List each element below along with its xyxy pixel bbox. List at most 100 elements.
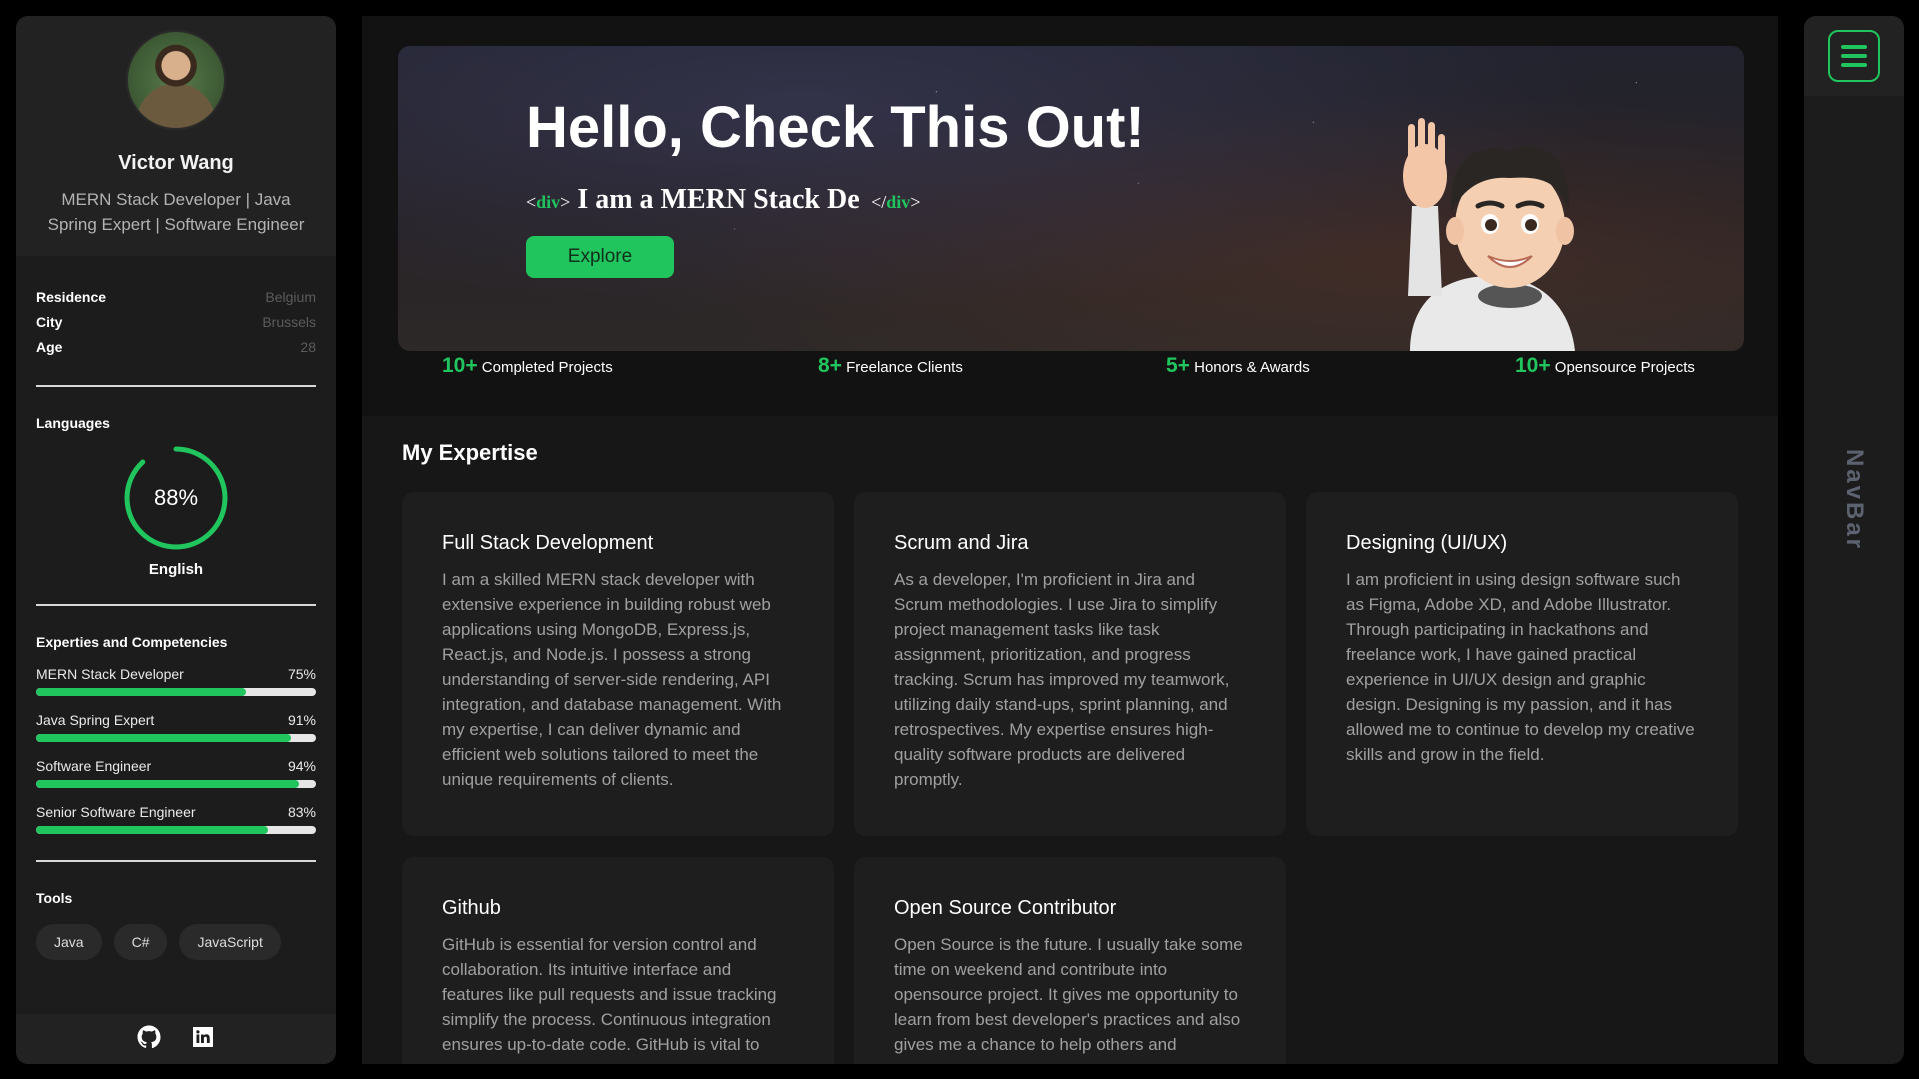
- skills-list: MERN Stack Developer 75% Java Spring Expe…: [36, 666, 316, 834]
- stat-freelance-clients: 8+ Freelance Clients: [818, 354, 963, 378]
- skill-percent: 91%: [287, 712, 316, 728]
- typed-text: I am a MERN Stack De: [577, 184, 860, 215]
- language-english: 88% English: [36, 445, 316, 578]
- stat-number: 5+: [1166, 354, 1190, 377]
- stat-number: 10+: [1515, 354, 1551, 377]
- skill-percent: 75%: [287, 666, 316, 682]
- linkedin-icon[interactable]: [191, 1025, 215, 1054]
- stat-completed-projects: 10+ Completed Projects: [442, 354, 613, 378]
- info-value: Brussels: [262, 313, 316, 330]
- hero-banner: Hello, Check This Out! <div> I am a MERN…: [398, 46, 1744, 351]
- info-value: 28: [300, 338, 316, 355]
- card-title: Open Source Contributor: [894, 897, 1117, 919]
- stat-label: Completed Projects: [481, 359, 613, 376]
- language-percent: 88%: [153, 485, 199, 510]
- stat-label: Opensource Projects: [1554, 359, 1695, 376]
- tools-title: Tools: [36, 890, 73, 906]
- language-name: English: [148, 561, 204, 578]
- tag-name: div: [536, 192, 561, 212]
- skill-bar-fill: [36, 826, 269, 834]
- skill-percent: 94%: [287, 758, 316, 774]
- skill-bar: [36, 826, 316, 834]
- info-label: City: [36, 313, 63, 330]
- card-title: Designing (UI/UX): [1346, 532, 1508, 554]
- hero-title: Hello, Check This Out!: [526, 95, 1145, 160]
- skills-title: Experties and Competencies: [36, 634, 228, 650]
- profile-role: MERN Stack Developer | Java Spring Exper…: [47, 190, 305, 234]
- navbar-label: NavBar: [1841, 448, 1868, 552]
- skill-name: Senior Software Engineer: [36, 804, 196, 820]
- skill-bar-fill: [36, 734, 291, 742]
- card-text: Open Source is the future. I usually tak…: [894, 935, 1243, 1054]
- card-title: Scrum and Jira: [894, 532, 1029, 554]
- card-text: As a developer, I'm proficient in Jira a…: [894, 570, 1230, 789]
- skill-bar: [36, 780, 316, 788]
- stats-row: 10+ Completed Projects 8+ Freelance Clie…: [362, 354, 1778, 390]
- code-tag-open: <div>: [526, 192, 570, 212]
- stat-number: 8+: [818, 354, 842, 377]
- tag-name: div: [886, 192, 911, 212]
- tool-chip: JavaScript: [179, 924, 281, 960]
- stat-label: Freelance Clients: [846, 359, 963, 376]
- profile-name: Victor Wang: [118, 152, 234, 174]
- skill-item: Software Engineer 94%: [36, 758, 316, 788]
- stat-honors-awards: 5+ Honors & Awards: [1166, 354, 1310, 378]
- avatar: [126, 30, 226, 130]
- github-icon[interactable]: [137, 1025, 161, 1054]
- skill-percent: 83%: [287, 804, 316, 820]
- skill-item: Senior Software Engineer 83%: [36, 804, 316, 834]
- tools-list: Java C# JavaScript: [36, 924, 316, 960]
- expertise-card: Full Stack Development I am a skilled ME…: [402, 492, 834, 836]
- skill-name: Software Engineer: [36, 758, 152, 774]
- divider: [36, 385, 316, 387]
- profile-header: Victor Wang MERN Stack Developer | Java …: [16, 16, 336, 256]
- expertise-card: Github GitHub is essential for version c…: [402, 857, 834, 1064]
- skill-bar: [36, 688, 316, 696]
- tag-bracket: >: [560, 192, 571, 212]
- tag-bracket: </: [871, 192, 887, 212]
- expertise-title: My Expertise: [402, 440, 538, 465]
- info-row-city: City Brussels: [36, 309, 316, 334]
- stat-label: Honors & Awards: [1194, 359, 1310, 376]
- explore-button[interactable]: Explore: [526, 236, 674, 278]
- tool-chip: C#: [113, 924, 168, 960]
- skill-name: Java Spring Expert: [36, 712, 155, 728]
- hamburger-menu-icon[interactable]: [1828, 30, 1880, 82]
- hero-section: Hello, Check This Out! <div> I am a MERN…: [362, 16, 1778, 416]
- memoji-avatar: [1403, 118, 1575, 351]
- info-label: Age: [36, 338, 63, 355]
- skill-bar-fill: [36, 780, 300, 788]
- card-title: Github: [442, 897, 501, 919]
- info-row-age: Age 28: [36, 334, 316, 359]
- expertise-card: Designing (UI/UX) I am proficient in usi…: [1306, 492, 1738, 836]
- divider: [36, 604, 316, 606]
- skill-bar-fill: [36, 688, 246, 696]
- info-value: Belgium: [265, 288, 316, 305]
- tool-chip: Java: [36, 924, 102, 960]
- right-navbar: NavBar: [1804, 16, 1904, 1064]
- social-links: [16, 1014, 336, 1064]
- card-text: I am a skilled MERN stack developer with…: [442, 570, 782, 789]
- card-text: I am proficient in using design software…: [1346, 570, 1695, 764]
- hero-typed-text: <div> I am a MERN Stack De </div>: [526, 184, 920, 216]
- card-text: GitHub is essential for version control …: [442, 935, 777, 1054]
- expertise-card: Open Source Contributor Open Source is t…: [854, 857, 1286, 1064]
- skill-item: Java Spring Expert 91%: [36, 712, 316, 742]
- personal-info: Residence Belgium City Brussels Age 28: [36, 256, 316, 359]
- languages-title: Languages: [36, 415, 110, 431]
- skill-name: MERN Stack Developer: [36, 666, 184, 682]
- expertise-card: Scrum and Jira As a developer, I'm profi…: [854, 492, 1286, 836]
- language-progress-ring: 88%: [123, 445, 229, 551]
- card-title: Full Stack Development: [442, 532, 654, 554]
- info-label: Residence: [36, 288, 107, 305]
- main-content[interactable]: Hello, Check This Out! <div> I am a MERN…: [362, 16, 1778, 1064]
- skill-item: MERN Stack Developer 75%: [36, 666, 316, 696]
- stat-number: 10+: [442, 354, 478, 377]
- skill-bar: [36, 734, 316, 742]
- info-row-residence: Residence Belgium: [36, 284, 316, 309]
- navbar-header: [1804, 16, 1904, 96]
- divider: [36, 860, 316, 862]
- tag-bracket: <: [526, 192, 537, 212]
- tag-bracket: >: [910, 192, 921, 212]
- stat-opensource-projects: 10+ Opensource Projects: [1515, 354, 1695, 378]
